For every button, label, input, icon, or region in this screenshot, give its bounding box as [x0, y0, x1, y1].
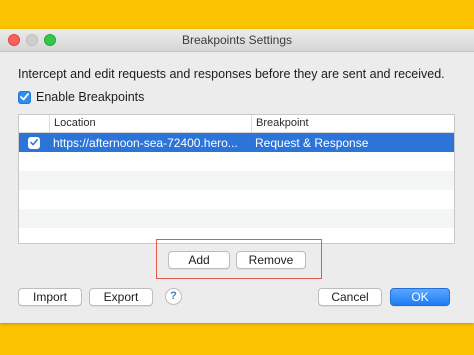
- column-header-breakpoint[interactable]: Breakpoint: [251, 115, 454, 132]
- empty-table-row: [19, 171, 454, 190]
- breakpoints-table: Location Breakpoint https://afternoon-se…: [18, 114, 455, 244]
- column-header-enabled[interactable]: [19, 115, 49, 132]
- window-title: Breakpoints Settings: [181, 33, 293, 47]
- remove-button[interactable]: Remove: [236, 251, 306, 269]
- empty-table-row: [19, 190, 454, 209]
- enable-breakpoints-checkbox[interactable]: Enable Breakpoints: [18, 89, 144, 105]
- description-text: Intercept and edit requests and response…: [18, 67, 445, 81]
- row-location: https://afternoon-sea-72400.hero...: [53, 135, 238, 150]
- checkmark-icon: [30, 139, 38, 146]
- help-icon[interactable]: ?: [165, 288, 182, 305]
- export-button[interactable]: Export: [89, 288, 153, 306]
- enable-breakpoints-label: Enable Breakpoints: [36, 90, 145, 104]
- row-enabled-checkbox[interactable]: [28, 136, 40, 149]
- empty-table-row: [19, 209, 454, 228]
- add-button[interactable]: Add: [168, 251, 230, 269]
- row-breakpoint-type: Request & Response: [255, 135, 369, 150]
- import-button[interactable]: Import: [18, 288, 82, 306]
- cancel-button[interactable]: Cancel: [318, 288, 382, 306]
- breakpoints-settings-window: Breakpoints Settings Intercept and edit …: [0, 29, 474, 323]
- title-bar: Breakpoints Settings: [0, 29, 474, 52]
- empty-table-row: [19, 152, 454, 171]
- ok-button[interactable]: OK: [390, 288, 450, 306]
- checkbox-checked-icon: [18, 90, 31, 104]
- table-row[interactable]: https://afternoon-sea-72400.hero... Requ…: [19, 133, 454, 152]
- column-header-location[interactable]: Location: [49, 115, 251, 132]
- table-header: Location Breakpoint: [19, 115, 454, 133]
